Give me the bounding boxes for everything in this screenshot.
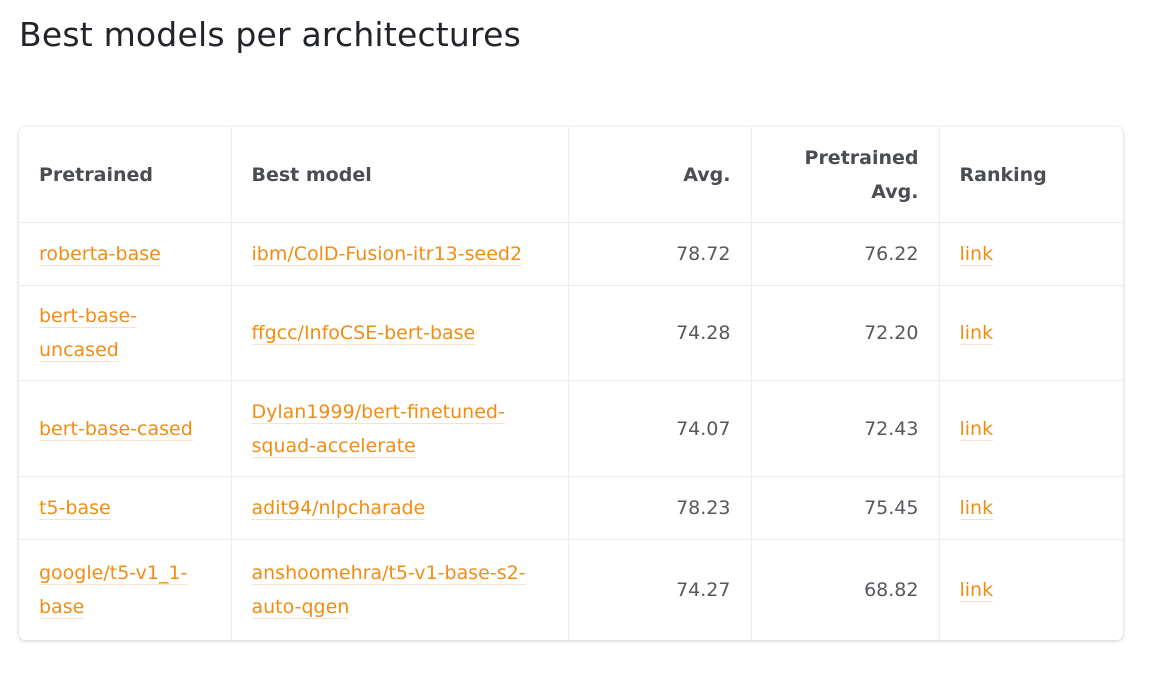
cell-avg: 74.27 — [568, 539, 752, 640]
cell-avg: 74.07 — [568, 380, 752, 477]
cell-pretrained-avg: 76.22 — [751, 222, 940, 286]
cell-ranking: link — [939, 476, 1123, 540]
best-model-link[interactable]: ffgcc/InfoCSE-bert-base — [251, 322, 476, 345]
best-model-link[interactable]: Dylan1999/bert-finetuned-squad-accelerat… — [251, 400, 505, 458]
ranking-link[interactable]: link — [959, 417, 994, 441]
table-row: google/t5-v1_1-base anshoomehra/t5-v1-ba… — [19, 539, 1123, 641]
best-model-link[interactable]: anshoomehra/t5-v1-base-s2-auto-qgen — [251, 562, 526, 619]
header-pretrained-avg-line1: Pretrained — [804, 146, 919, 169]
table-row: bert-base-cased Dylan1999/bert-finetuned… — [19, 380, 1123, 477]
cell-pretrained-avg: 75.45 — [751, 476, 940, 540]
cell-pretrained: t5-base — [19, 476, 232, 540]
page: Best models per architectures Pretrained… — [0, 0, 1152, 675]
table-header-row: Pretrained Best model Avg. Pretrained Av… — [19, 127, 1123, 223]
header-avg: Avg. — [568, 127, 752, 223]
table-row: t5-base adit94/nlpcharade 78.23 75.45 li… — [19, 476, 1123, 540]
models-table-card: Pretrained Best model Avg. Pretrained Av… — [19, 127, 1123, 640]
cell-ranking: link — [939, 380, 1123, 477]
cell-pretrained: bert-base-uncased — [19, 285, 232, 381]
pretrained-model-link[interactable]: bert-base-uncased — [39, 305, 138, 362]
pretrained-model-link[interactable]: bert-base-cased — [39, 417, 193, 441]
best-model-link[interactable]: adit94/nlpcharade — [251, 497, 426, 520]
models-table: Pretrained Best model Avg. Pretrained Av… — [19, 127, 1123, 640]
cell-pretrained: roberta-base — [19, 222, 232, 286]
pretrained-model-link[interactable]: t5-base — [39, 497, 111, 520]
header-best-model: Best model — [231, 127, 569, 223]
ranking-link[interactable]: link — [959, 579, 994, 602]
pretrained-model-link[interactable]: google/t5-v1_1-base — [39, 562, 188, 619]
cell-pretrained-avg: 68.82 — [751, 539, 940, 640]
ranking-link[interactable]: link — [959, 497, 994, 520]
cell-best-model: anshoomehra/t5-v1-base-s2-auto-qgen — [231, 539, 569, 640]
table-row: bert-base-uncased ffgcc/InfoCSE-bert-bas… — [19, 285, 1123, 381]
cell-ranking: link — [939, 285, 1123, 381]
pretrained-model-link[interactable]: roberta-base — [39, 243, 161, 266]
header-ranking: Ranking — [939, 127, 1123, 223]
cell-avg: 78.72 — [568, 222, 752, 286]
cell-ranking: link — [939, 540, 1123, 641]
cell-avg: 74.28 — [568, 285, 752, 381]
cell-ranking: link — [939, 222, 1123, 286]
header-pretrained-avg: Pretrained Avg. — [751, 127, 940, 223]
header-pretrained-avg-line2: Avg. — [871, 180, 919, 203]
cell-best-model: Dylan1999/bert-finetuned-squad-accelerat… — [231, 380, 569, 477]
cell-pretrained: google/t5-v1_1-base — [19, 539, 232, 640]
cell-pretrained-avg: 72.20 — [751, 285, 940, 381]
cell-best-model: adit94/nlpcharade — [231, 476, 569, 540]
cell-avg: 78.23 — [568, 476, 752, 540]
best-model-link[interactable]: ibm/ColD-Fusion-itr13-seed2 — [251, 243, 523, 266]
table-row: roberta-base ibm/ColD-Fusion-itr13-seed2… — [19, 222, 1123, 286]
ranking-link[interactable]: link — [959, 243, 994, 266]
cell-pretrained-avg: 72.43 — [751, 380, 940, 477]
header-pretrained: Pretrained — [19, 127, 232, 223]
ranking-link[interactable]: link — [959, 322, 994, 345]
page-title: Best models per architectures — [19, 15, 521, 54]
cell-best-model: ibm/ColD-Fusion-itr13-seed2 — [231, 222, 569, 286]
cell-pretrained: bert-base-cased — [19, 380, 232, 477]
cell-best-model: ffgcc/InfoCSE-bert-base — [231, 285, 569, 381]
